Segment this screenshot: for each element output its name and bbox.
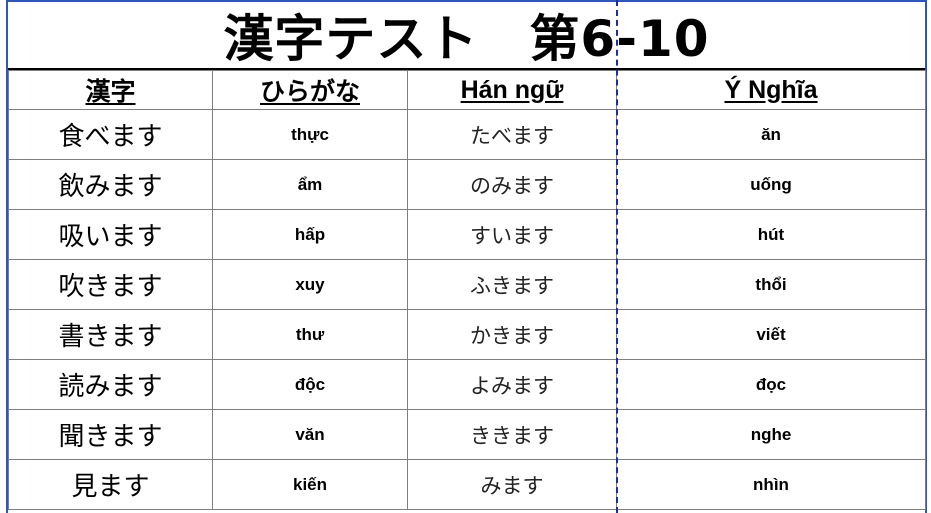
kanji-cell[interactable]: 飲みます — [8, 159, 213, 210]
hiragana-cell[interactable]: ききます — [407, 409, 617, 460]
meaning-cell[interactable]: ăn — [616, 109, 926, 160]
table-row: 吸います hấp すいます hút — [8, 209, 926, 260]
hiragana-cell[interactable]: ふきます — [407, 259, 617, 310]
hanviet-cell[interactable]: kiến — [212, 459, 408, 510]
kanji-cell[interactable]: 食べます — [8, 109, 213, 160]
kanji-cell[interactable]: 書きます — [8, 309, 213, 360]
hanviet-cell[interactable]: thực — [212, 109, 408, 160]
table-row: 読みます độc よみます đọc — [8, 359, 926, 410]
header-kanji[interactable]: 漢字 — [8, 70, 213, 110]
hanviet-cell[interactable]: văn — [212, 409, 408, 460]
meaning-cell[interactable]: viết — [616, 309, 926, 360]
table-row: 聞きます văn ききます nghe — [8, 409, 926, 460]
table-row: 吹きます xuy ふきます thổi — [8, 259, 926, 310]
table-row: 飲みます ẩm のみます uống — [8, 159, 926, 210]
table-row: 食べます thực たべます ăn — [8, 109, 926, 160]
hiragana-cell[interactable]: のみます — [407, 159, 617, 210]
header-han-ngu[interactable]: Hán ngữ — [407, 70, 617, 110]
hiragana-cell[interactable]: みます — [407, 459, 617, 510]
page-break-line — [616, 0, 618, 513]
vocabulary-table: 漢字 ひらがな Hán ngữ Ý Nghĩa 食べます thực たべます ă… — [8, 70, 926, 510]
hanviet-cell[interactable]: ẩm — [212, 159, 408, 210]
meaning-cell[interactable]: thổi — [616, 259, 926, 310]
kanji-cell[interactable]: 見ます — [8, 459, 213, 510]
header-row: 漢字 ひらがな Hán ngữ Ý Nghĩa — [8, 70, 926, 110]
hanviet-cell[interactable]: hấp — [212, 209, 408, 260]
sheet-title-cell[interactable]: 漢字テスト 第6-10 — [8, 2, 925, 68]
spreadsheet-sheet: 漢字テスト 第6-10 漢字 ひらがな Hán ngữ Ý Nghĩa 食べます… — [0, 0, 931, 513]
hiragana-cell[interactable]: かきます — [407, 309, 617, 360]
header-y-nghia[interactable]: Ý Nghĩa — [616, 70, 926, 110]
meaning-cell[interactable]: uống — [616, 159, 926, 210]
hanviet-cell[interactable]: xuy — [212, 259, 408, 310]
meaning-cell[interactable]: hút — [616, 209, 926, 260]
hanviet-cell[interactable]: thư — [212, 309, 408, 360]
kanji-cell[interactable]: 聞きます — [8, 409, 213, 460]
kanji-cell[interactable]: 吹きます — [8, 259, 213, 310]
hiragana-cell[interactable]: よみます — [407, 359, 617, 410]
table-row: 書きます thư かきます viết — [8, 309, 926, 360]
table-row: 見ます kiến みます nhìn — [8, 459, 926, 510]
hiragana-cell[interactable]: すいます — [407, 209, 617, 260]
kanji-cell[interactable]: 読みます — [8, 359, 213, 410]
meaning-cell[interactable]: nghe — [616, 409, 926, 460]
hanviet-cell[interactable]: độc — [212, 359, 408, 410]
header-hiragana[interactable]: ひらがな — [212, 70, 408, 110]
hiragana-cell[interactable]: たべます — [407, 109, 617, 160]
meaning-cell[interactable]: đọc — [616, 359, 926, 410]
kanji-cell[interactable]: 吸います — [8, 209, 213, 260]
meaning-cell[interactable]: nhìn — [616, 459, 926, 510]
